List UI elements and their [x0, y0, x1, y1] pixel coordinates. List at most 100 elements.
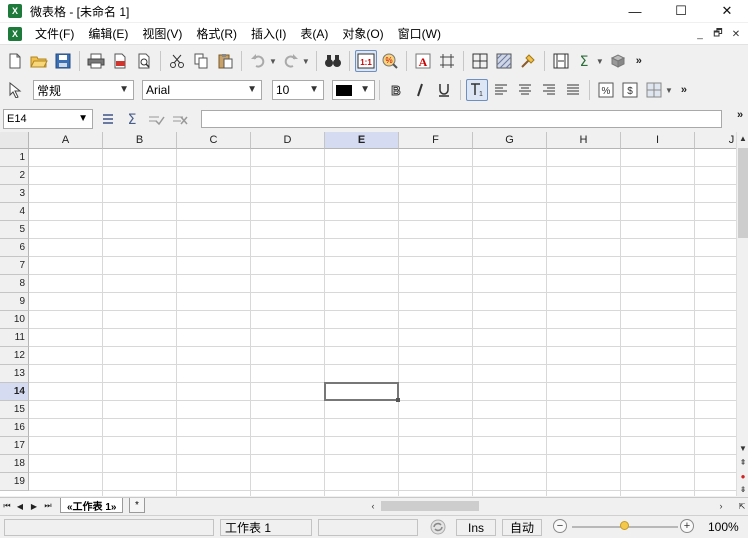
- scroll-left-icon[interactable]: ‹: [367, 499, 379, 513]
- copy-icon[interactable]: [190, 50, 212, 72]
- page-indicator-icon[interactable]: ●: [737, 470, 748, 482]
- column-header-d[interactable]: D: [251, 132, 325, 149]
- row-header-12[interactable]: 12: [0, 347, 29, 365]
- column-header-c[interactable]: C: [177, 132, 251, 149]
- row-header-18[interactable]: 18: [0, 455, 29, 473]
- text-color-select[interactable]: ▼: [332, 80, 375, 100]
- column-header-a[interactable]: A: [29, 132, 103, 149]
- save-icon[interactable]: [52, 50, 74, 72]
- new-document-icon[interactable]: [4, 50, 26, 72]
- document-restore-button[interactable]: 🗗: [710, 26, 726, 42]
- align-right-icon[interactable]: [538, 79, 560, 101]
- maximize-button[interactable]: ☐: [658, 0, 704, 22]
- zoom-slider-knob[interactable]: [620, 521, 629, 530]
- cell-style-select[interactable]: 常规 ▼: [33, 80, 134, 100]
- zoom-100-icon[interactable]: 1:1: [354, 50, 377, 72]
- split-window-icon[interactable]: ⇱: [736, 499, 748, 513]
- menu-object[interactable]: 对象(O): [335, 23, 390, 45]
- row-header-16[interactable]: 16: [0, 419, 29, 437]
- scroll-down-icon[interactable]: ▼: [737, 442, 748, 454]
- row-header-8[interactable]: 8: [0, 275, 29, 293]
- borders-dropdown-icon[interactable]: ▼: [665, 86, 673, 95]
- sheet-tab-1[interactable]: «工作表 1»: [60, 498, 124, 513]
- row-header-15[interactable]: 15: [0, 401, 29, 419]
- menu-format[interactable]: 格式(R): [189, 23, 244, 45]
- accept-formula-icon[interactable]: [145, 108, 167, 130]
- redo-dropdown-icon[interactable]: ▼: [302, 57, 310, 66]
- horizontal-scrollbar[interactable]: ‹ ›: [367, 499, 727, 513]
- underline-icon[interactable]: [433, 79, 455, 101]
- format-painter-icon[interactable]: [517, 50, 539, 72]
- formula-sum-icon[interactable]: Σ: [121, 108, 143, 130]
- add-sheet-tab[interactable]: *: [129, 498, 145, 513]
- object-3d-icon[interactable]: [607, 50, 629, 72]
- toolbar-overflow-icon[interactable]: »: [636, 55, 642, 67]
- row-header-11[interactable]: 11: [0, 329, 29, 347]
- row-header-5[interactable]: 5: [0, 221, 29, 239]
- vertical-scrollbar[interactable]: ▲ ▼ ⇞ ● ⇟: [736, 132, 748, 496]
- zoom-percent-icon[interactable]: %: [379, 50, 401, 72]
- row-header-19[interactable]: 19: [0, 473, 29, 491]
- first-sheet-icon[interactable]: ⏮: [1, 499, 13, 513]
- row-header-2[interactable]: 2: [0, 167, 29, 185]
- column-width-icon[interactable]: [550, 50, 572, 72]
- menu-view[interactable]: 视图(V): [135, 23, 189, 45]
- row-header-10[interactable]: 10: [0, 311, 29, 329]
- spreadsheet-grid[interactable]: A B C D E F G H I J 1 2 3 4 5 6 7 8 9 10 11 12 13 14 15 16 17 18 19: [0, 132, 736, 496]
- font-size-select[interactable]: 10 ▼: [272, 80, 324, 100]
- toolbar-overflow-icon[interactable]: »: [681, 84, 687, 96]
- undo-dropdown-icon[interactable]: ▼: [269, 57, 277, 66]
- column-header-g[interactable]: G: [473, 132, 547, 149]
- document-close-button[interactable]: ✕: [728, 26, 744, 42]
- vertical-scroll-thumb[interactable]: [738, 148, 748, 238]
- align-justify-icon[interactable]: [562, 79, 584, 101]
- toolbar-overflow-icon[interactable]: »: [737, 109, 743, 121]
- row-header-1[interactable]: 1: [0, 149, 29, 167]
- print-preview-icon[interactable]: [133, 50, 155, 72]
- cell-reference-box[interactable]: E14 ▼: [3, 109, 93, 129]
- page-down-icon[interactable]: ⇟: [737, 483, 748, 495]
- borders-icon[interactable]: [469, 50, 491, 72]
- column-header-e[interactable]: E: [325, 132, 399, 149]
- font-family-select[interactable]: Arial ▼: [142, 80, 262, 100]
- formula-input[interactable]: [201, 110, 722, 128]
- bold-icon[interactable]: B: [385, 79, 407, 101]
- sum-dropdown-icon[interactable]: ▼: [596, 57, 604, 66]
- menu-window[interactable]: 窗口(W): [391, 23, 448, 45]
- last-sheet-icon[interactable]: ⏭: [42, 499, 54, 513]
- menu-edit[interactable]: 编辑(E): [81, 23, 135, 45]
- currency-format-icon[interactable]: $: [619, 79, 641, 101]
- cut-icon[interactable]: [166, 50, 188, 72]
- column-header-i[interactable]: I: [621, 132, 695, 149]
- row-header-13[interactable]: 13: [0, 365, 29, 383]
- scroll-up-icon[interactable]: ▲: [737, 132, 748, 144]
- scroll-right-icon[interactable]: ›: [715, 499, 727, 513]
- status-calc-mode[interactable]: 自动: [502, 519, 542, 536]
- export-pdf-icon[interactable]: [109, 50, 131, 72]
- undo-icon[interactable]: [247, 50, 269, 72]
- column-header-h[interactable]: H: [547, 132, 621, 149]
- find-binoculars-icon[interactable]: [322, 50, 344, 72]
- column-header-j[interactable]: J: [695, 132, 736, 149]
- page-up-icon[interactable]: ⇞: [737, 456, 748, 468]
- status-insert-mode[interactable]: Ins: [456, 519, 496, 536]
- formula-list-icon[interactable]: [97, 108, 119, 130]
- cell-borders-icon[interactable]: [643, 79, 665, 101]
- row-header-9[interactable]: 9: [0, 293, 29, 311]
- print-icon[interactable]: [85, 50, 107, 72]
- row-header-7[interactable]: 7: [0, 257, 29, 275]
- insert-textbox-icon[interactable]: A: [412, 50, 434, 72]
- row-header-3[interactable]: 3: [0, 185, 29, 203]
- zoom-in-icon[interactable]: +: [680, 519, 694, 533]
- paste-icon[interactable]: [214, 50, 236, 72]
- row-header-17[interactable]: 17: [0, 437, 29, 455]
- cell-shading-icon[interactable]: [493, 50, 515, 72]
- document-minimize-button[interactable]: _: [692, 26, 708, 42]
- row-header-14[interactable]: 14: [0, 383, 29, 401]
- select-all-corner[interactable]: [0, 132, 29, 149]
- redo-icon[interactable]: [280, 50, 302, 72]
- fill-handle[interactable]: [396, 398, 400, 402]
- zoom-out-icon[interactable]: −: [553, 519, 567, 533]
- minimize-button[interactable]: —: [612, 0, 658, 22]
- percent-format-icon[interactable]: %: [595, 79, 617, 101]
